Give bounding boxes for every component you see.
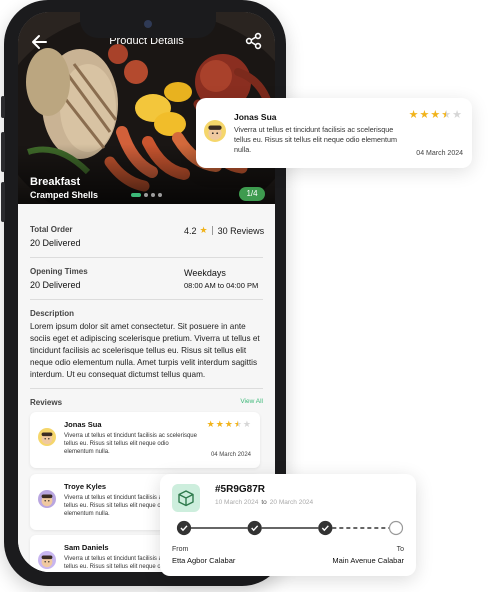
rating-stars: ★★★★★	[207, 420, 251, 429]
star-icon: ★	[233, 419, 242, 429]
step-complete	[176, 520, 192, 536]
review-text: Viverra ut tellus et tincidunt facilisis…	[64, 433, 197, 455]
review-card[interactable]: Jonas Sua ★ ★ ★ ★ ★ Viverra ut tellus et tinci…	[30, 412, 260, 468]
reviewer-name: Sam Daniels	[64, 543, 109, 552]
floating-review-card[interactable]: Jonas Sua ★ ★ ★ ★ ★ Viverra ut tellus et tin…	[196, 98, 472, 168]
star-icon: ★	[199, 225, 208, 235]
from-location: Etta Agbor Calabar	[172, 556, 236, 565]
opening-hours: 08:00 AM to 04:00 PM	[184, 281, 259, 290]
reviewer-name: Troye Kyles	[64, 482, 107, 491]
description-text: Lorem ipsum dolor sit amet consectetur. …	[30, 322, 260, 379]
avatar	[204, 120, 226, 142]
item-name: Breakfast	[30, 176, 81, 188]
rating-value: 4.2	[184, 225, 197, 236]
review-date: 04 March 2024	[416, 150, 463, 157]
rating-summary[interactable]: 4.2 ★ 30 Reviews	[184, 225, 264, 236]
rating-stars: ★★★★★	[409, 110, 462, 121]
reviewer-name: Jonas Sua	[64, 420, 102, 429]
carousel-dot[interactable]	[158, 193, 162, 197]
stage: Product Details Breakfast Cramped Shells	[0, 0, 488, 592]
total-order-label: Total Order	[30, 225, 73, 234]
order-tracking-card[interactable]: #5R9G87R 10 March 2024 to 20 March 2024 Fr…	[160, 474, 416, 576]
mute-switch	[1, 96, 5, 118]
carousel-dot-active[interactable]	[131, 193, 141, 197]
volume-down-button	[1, 182, 5, 222]
step-complete	[318, 520, 333, 536]
reviewer-name: Jonas Sua	[234, 112, 277, 122]
divider	[211, 226, 213, 235]
review-text: Viverra ut tellus et tincidunt facilisis…	[234, 125, 398, 154]
item-subtitle: Cramped Shells	[30, 190, 99, 200]
star-icon: ★	[430, 109, 441, 121]
star-icon: ★	[452, 109, 462, 121]
share-icon[interactable]	[245, 32, 263, 50]
opening-days: Weekdays	[184, 268, 226, 278]
volume-up-button	[1, 132, 5, 172]
notch	[80, 12, 216, 38]
avatar	[38, 551, 56, 569]
total-order-value: 20 Delivered	[30, 238, 81, 248]
carousel-dots[interactable]	[131, 193, 162, 197]
star-icon: ★	[224, 419, 233, 429]
to-label: To	[396, 546, 404, 553]
avatar	[38, 428, 56, 446]
avatar	[38, 490, 56, 508]
divider	[30, 299, 263, 300]
start-date: 10 March 2024	[215, 499, 259, 506]
review-date: 04 March 2024	[210, 452, 251, 458]
view-all-link[interactable]: View All	[240, 398, 263, 405]
package-icon	[172, 484, 200, 512]
divider	[30, 388, 263, 389]
opening-times-label: Opening Times	[30, 267, 88, 276]
divider	[30, 257, 263, 258]
star-icon: ★	[408, 109, 419, 121]
carousel-dot[interactable]	[144, 193, 148, 197]
step-complete	[247, 520, 262, 536]
reviews-label: Reviews	[30, 398, 63, 407]
order-code: #5R9G87R	[215, 484, 266, 495]
star-icon: ★	[242, 419, 251, 429]
reviews-count: 30 Reviews	[217, 225, 265, 236]
camera	[144, 20, 152, 28]
step-pending	[388, 520, 404, 536]
star-icon: ★	[419, 109, 430, 121]
end-date: 20 March 2024	[269, 499, 314, 506]
description-label: Description	[30, 309, 75, 318]
tracking-progress	[176, 520, 404, 536]
page-indicator-badge: 1/4	[239, 187, 265, 201]
star-icon: ★	[215, 419, 224, 429]
carousel-dot[interactable]	[151, 193, 155, 197]
to-word: to	[261, 499, 267, 506]
order-date-range: 10 March 2024 to 20 March 2024	[215, 499, 313, 506]
star-icon: ★	[206, 419, 215, 429]
from-label: From	[172, 546, 189, 553]
opening-times-value: 20 Delivered	[30, 280, 81, 290]
to-location: Main Avenue Calabar	[332, 556, 404, 565]
star-icon: ★	[441, 109, 452, 121]
